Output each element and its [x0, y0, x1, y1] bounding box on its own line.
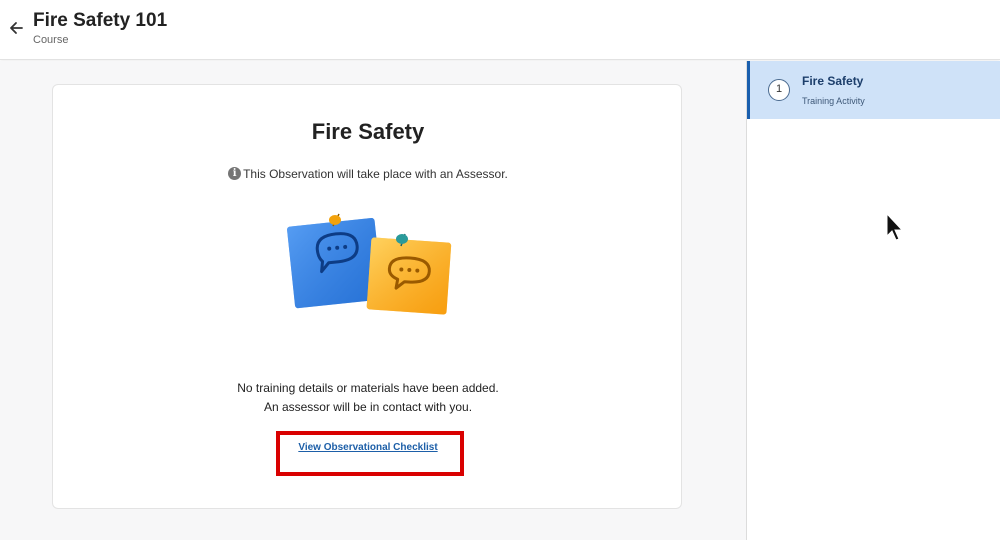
assessor-contact-message: An assessor will be in contact with you. — [263, 400, 473, 414]
sidebar-item-subtitle: Training Activity — [802, 96, 865, 106]
highlight-box — [276, 431, 464, 476]
info-icon: i — [228, 167, 242, 180]
sidebar-item-fire-safety[interactable]: 1 Fire Safety Training Activity — [747, 61, 1000, 119]
activity-title: Fire Safety — [311, 119, 425, 144]
observation-info: i This Observation will take place with a… — [53, 167, 683, 181]
course-type-label: Course — [33, 34, 69, 46]
activity-sidebar: 1 Fire Safety Training Activity — [746, 61, 1000, 540]
back-arrow-icon[interactable] — [6, 18, 26, 38]
main-content: Fire Safety i This Observation will take … — [0, 61, 746, 540]
view-checklist-link[interactable]: View Observational Checklist — [53, 442, 683, 453]
mouse-pointer-icon — [886, 212, 904, 241]
sidebar-item-title: Fire Safety — [802, 74, 864, 88]
activity-card: Fire Safety i This Observation will take … — [52, 84, 682, 509]
observation-info-text: This Observation will take place with an… — [243, 167, 508, 181]
sticky-notes-illustration — [287, 213, 452, 315]
top-bar: Fire Safety 101 Course — [0, 0, 1000, 60]
course-title: Fire Safety 101 — [33, 10, 168, 31]
no-materials-message: No training details or materials have be… — [237, 381, 499, 395]
step-number-badge: 1 — [768, 79, 790, 101]
